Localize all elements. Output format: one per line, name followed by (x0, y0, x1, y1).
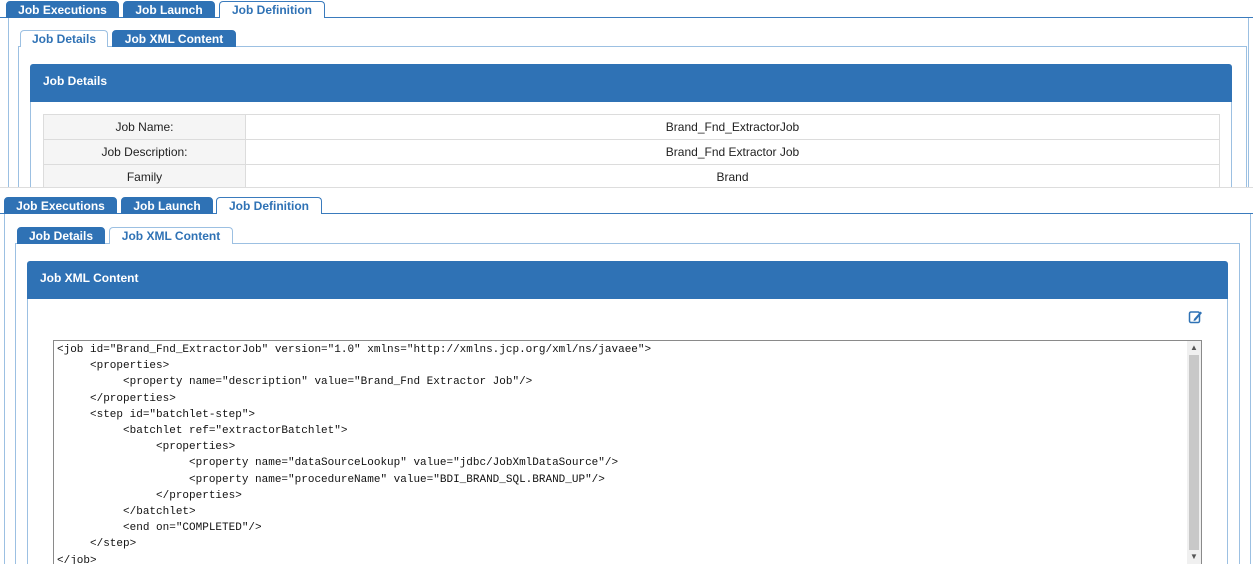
scroll-up-arrow-icon[interactable]: ▲ (1187, 341, 1201, 355)
subtab-job-xml-content[interactable]: Job XML Content (109, 227, 233, 245)
section-title: Job XML Content (27, 261, 1228, 299)
xml-line: </properties> (57, 392, 176, 405)
section-title: Job Details (30, 64, 1232, 102)
tab-job-executions[interactable]: Job Executions (4, 197, 117, 214)
xml-line: </batchlet> (57, 506, 196, 519)
family-label: Family (43, 164, 246, 187)
xml-line: <properties> (57, 360, 170, 373)
sub-tab-bar: Job Details Job XML Content (15, 227, 1240, 245)
xml-line: <batchlet ref="extractorBatchlet"> (57, 425, 348, 438)
job-xml-panel: Job Executions Job Launch Job Definition… (0, 196, 1253, 564)
job-name-label: Job Name: (43, 114, 246, 140)
job-description-label: Job Description: (43, 139, 246, 165)
tab-job-launch[interactable]: Job Launch (123, 1, 215, 18)
xml-line: <properties> (57, 441, 236, 454)
xml-content-textarea[interactable]: <job id="Brand_Fnd_ExtractorJob" version… (53, 340, 1202, 564)
table-row: Job Name: Brand_Fnd_ExtractorJob (43, 114, 1220, 140)
tab-job-definition[interactable]: Job Definition (216, 197, 322, 215)
main-tab-bar: Job Executions Job Launch Job Definition (0, 196, 1253, 215)
xml-line: <step id="batchlet-step"> (57, 408, 256, 421)
subtab-job-details[interactable]: Job Details (20, 30, 108, 48)
scroll-down-arrow-icon[interactable]: ▼ (1187, 550, 1201, 564)
xml-line: </step> (57, 538, 137, 551)
tab-job-launch[interactable]: Job Launch (121, 197, 213, 214)
job-details-table: Job Name: Brand_Fnd_ExtractorJob Job Des… (43, 114, 1220, 187)
family-value: Brand (245, 164, 1220, 187)
xml-line: <job id="Brand_Fnd_ExtractorJob" version… (57, 344, 652, 356)
edit-icon[interactable] (1188, 309, 1203, 324)
xml-line: </job> (57, 554, 97, 564)
xml-line: <property name="dataSourceLookup" value=… (57, 457, 619, 470)
xml-line: </properties> (57, 489, 242, 502)
xml-content-text: <job id="Brand_Fnd_ExtractorJob" version… (57, 342, 651, 564)
job-description-value: Brand_Fnd Extractor Job (245, 139, 1220, 165)
job-name-value: Brand_Fnd_ExtractorJob (245, 114, 1220, 140)
table-row: Family Brand (43, 164, 1220, 187)
xml-line: <property name="description" value="Bran… (57, 376, 533, 389)
main-tab-bar: Job Executions Job Launch Job Definition (0, 0, 1253, 19)
tab-job-executions[interactable]: Job Executions (6, 1, 119, 18)
xml-line: <property name="procedureName" value="BD… (57, 473, 605, 486)
scroll-thumb[interactable] (1189, 355, 1199, 550)
subtab-job-details[interactable]: Job Details (17, 227, 105, 244)
xml-line: <end on="COMPLETED"/> (57, 522, 262, 535)
tab-job-definition[interactable]: Job Definition (219, 1, 325, 19)
sub-tab-bar: Job Details Job XML Content (18, 30, 1247, 48)
job-details-panel: Job Executions Job Launch Job Definition… (0, 0, 1253, 188)
vertical-scrollbar[interactable]: ▲ ▼ (1187, 341, 1201, 564)
subtab-job-xml-content[interactable]: Job XML Content (112, 30, 236, 47)
table-row: Job Description: Brand_Fnd Extractor Job (43, 139, 1220, 165)
